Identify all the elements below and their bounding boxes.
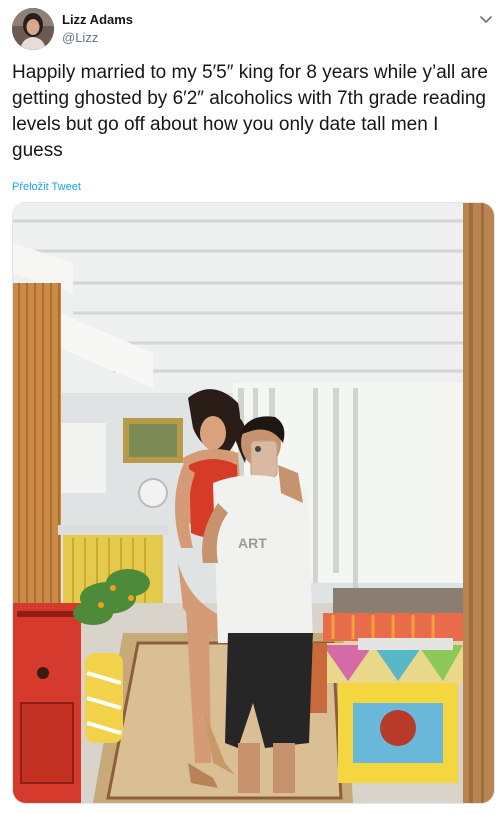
avatar-image: [12, 8, 54, 50]
mirror-selfie-photo: ART: [13, 203, 494, 803]
author-handle[interactable]: @Lizz: [62, 30, 98, 45]
tweet-photo[interactable]: ART: [12, 202, 495, 804]
author-name[interactable]: Lizz Adams: [62, 12, 133, 27]
shirt-print: ART: [238, 535, 267, 551]
avatar[interactable]: [12, 8, 54, 50]
tweet-text: Happily married to my 5′5″ king for 8 ye…: [12, 62, 494, 161]
tweet-header: Lizz Adams @Lizz: [12, 8, 495, 52]
translate-tweet-link[interactable]: Přeložit Tweet: [12, 181, 81, 193]
chevron-down-icon[interactable]: [477, 10, 495, 28]
